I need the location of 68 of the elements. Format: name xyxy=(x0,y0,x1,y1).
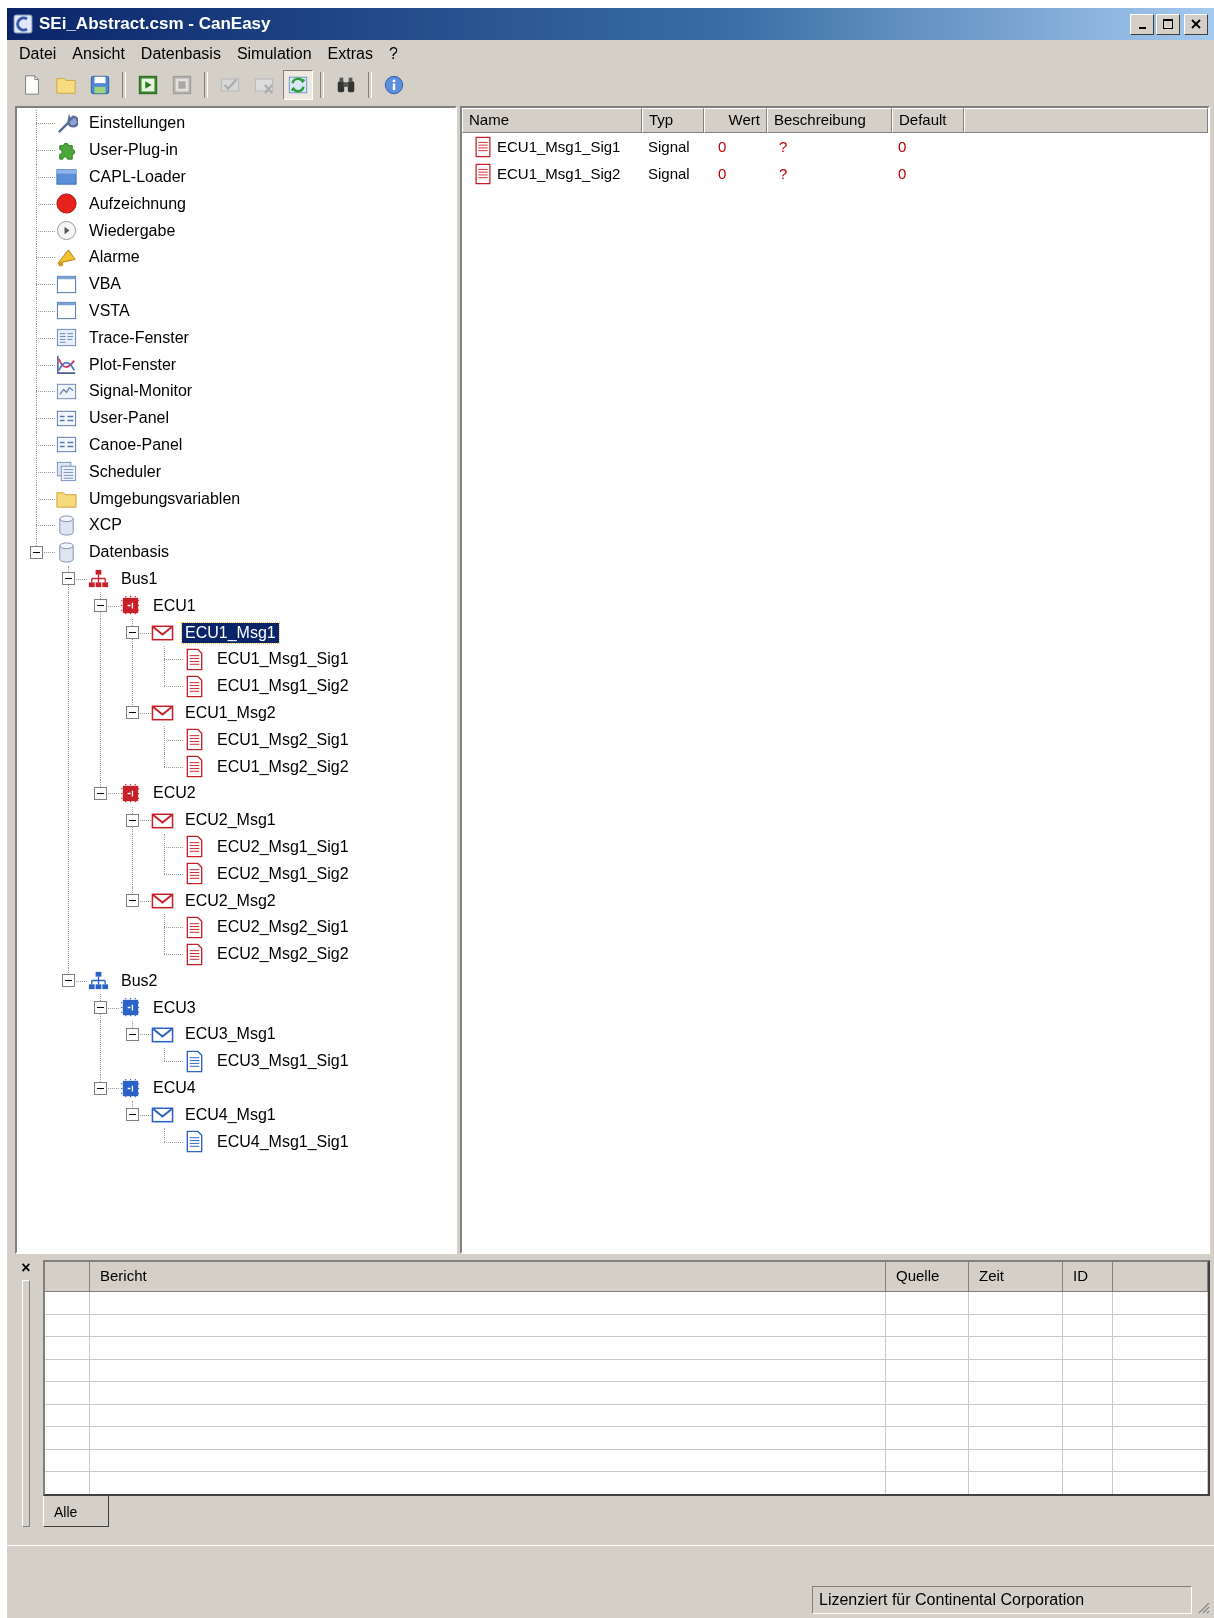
tree-item[interactable]: Einstellungen xyxy=(86,113,189,134)
tree-item[interactable]: CAPL-Loader xyxy=(86,167,189,187)
tree-item[interactable]: Scheduler xyxy=(86,461,165,482)
window-title: SEi_Abstract.csm - CanEasy xyxy=(39,14,271,34)
menu-item[interactable]: ? xyxy=(380,43,406,65)
tree-item[interactable]: Umgebungsvariablen xyxy=(86,488,244,509)
column-header[interactable]: Quelle xyxy=(886,1262,969,1292)
column-header[interactable]: Beschreibung xyxy=(767,108,892,133)
tree-item[interactable]: ECU4_Msg1_Sig1 xyxy=(214,1131,352,1152)
table-cell-text: 0 xyxy=(897,138,908,155)
tree-item[interactable]: Trace-Fenster xyxy=(86,327,192,348)
tree-item[interactable]: ECU3_Msg1 xyxy=(182,1024,279,1045)
tree-item[interactable]: Aufzeichnung xyxy=(86,193,189,214)
tree-item[interactable]: VBA xyxy=(86,274,124,295)
tree-item[interactable]: ECU2_Msg2_Sig1 xyxy=(214,917,352,938)
tree-item[interactable]: ECU3_Msg1_Sig1 xyxy=(214,1051,352,1072)
column-header[interactable]: ID xyxy=(1063,1262,1113,1292)
menu-item[interactable]: Extras xyxy=(319,43,381,65)
tree-item[interactable]: ECU2 xyxy=(150,783,199,804)
status-text: Lizenziert für Continental Corporation xyxy=(812,1586,1192,1614)
table-cell-text: 0 xyxy=(717,165,728,182)
tree-item[interactable]: ECU2_Msg1_Sig2 xyxy=(214,863,352,884)
table-cell-text: 0 xyxy=(897,165,908,182)
tree-item[interactable]: Wiedergabe xyxy=(86,220,179,241)
close-button[interactable]: × xyxy=(21,1260,31,1276)
tree-item[interactable]: Bus1 xyxy=(118,568,161,589)
tree-item[interactable]: ECU1_Msg2_Sig1 xyxy=(214,729,352,750)
table-cell-text: ? xyxy=(778,165,789,182)
tree-item[interactable]: ECU4_Msg1 xyxy=(182,1104,279,1125)
column-header[interactable]: Default xyxy=(892,108,964,133)
signal-name: ECU1_Msg1_Sig2 xyxy=(497,165,621,182)
tab[interactable]: Alle xyxy=(43,1496,109,1527)
tree-item[interactable]: Signal-Monitor xyxy=(86,381,196,402)
tree-item[interactable]: ECU2_Msg1 xyxy=(182,810,279,831)
tree-item[interactable]: ECU2_Msg2 xyxy=(182,890,279,911)
table-cell-text: ? xyxy=(778,138,789,155)
menu-item[interactable]: Datenbasis xyxy=(132,43,229,65)
tree-item[interactable]: ECU1_Msg2_Sig2 xyxy=(214,756,352,777)
column-header[interactable]: Wert xyxy=(704,108,767,133)
tree-item[interactable]: ECU1_Msg1_Sig1 xyxy=(214,649,352,670)
tree-item[interactable]: User-Panel xyxy=(86,408,173,429)
column-header[interactable]: Zeit xyxy=(969,1262,1063,1292)
tree-item[interactable]: Canoe-Panel xyxy=(86,434,186,455)
tree-item[interactable]: ECU2_Msg1_Sig1 xyxy=(214,836,352,857)
signal-name: ECU1_Msg1_Sig1 xyxy=(497,138,621,155)
tree-item[interactable]: ECU1_Msg1_Sig2 xyxy=(214,676,352,697)
tree-item[interactable]: ECU1_Msg2 xyxy=(182,702,279,723)
tree-item[interactable]: ECU4 xyxy=(150,1078,199,1099)
tree-item[interactable]: ECU3 xyxy=(150,997,199,1018)
column-header[interactable]: Name xyxy=(462,108,642,133)
table-cell-text: Signal xyxy=(647,165,691,182)
tree-item[interactable]: XCP xyxy=(86,515,125,536)
table-cell-text: 0 xyxy=(717,138,728,155)
tree-item[interactable]: ECU1_Msg1 xyxy=(182,622,279,643)
table-cell-text: Signal xyxy=(647,138,691,155)
column-header[interactable]: Typ xyxy=(642,108,704,133)
tree-item[interactable]: VSTA xyxy=(86,300,133,321)
menu-item[interactable]: Ansicht xyxy=(64,43,133,65)
tree-item[interactable]: ECU1 xyxy=(150,595,199,616)
tree-item[interactable]: Datenbasis xyxy=(86,542,173,563)
tree-item[interactable]: ECU2_Msg2_Sig2 xyxy=(214,944,352,965)
column-header[interactable]: Bericht xyxy=(90,1262,886,1292)
tree-item[interactable]: User-Plug-in xyxy=(86,140,181,161)
tree-item[interactable]: Bus2 xyxy=(118,970,161,991)
menu-item[interactable]: Simulation xyxy=(228,43,320,65)
tree-item[interactable]: Alarme xyxy=(86,247,143,268)
tree-item[interactable]: Plot-Fenster xyxy=(86,354,180,375)
menu-item[interactable]: Datei xyxy=(11,43,65,65)
